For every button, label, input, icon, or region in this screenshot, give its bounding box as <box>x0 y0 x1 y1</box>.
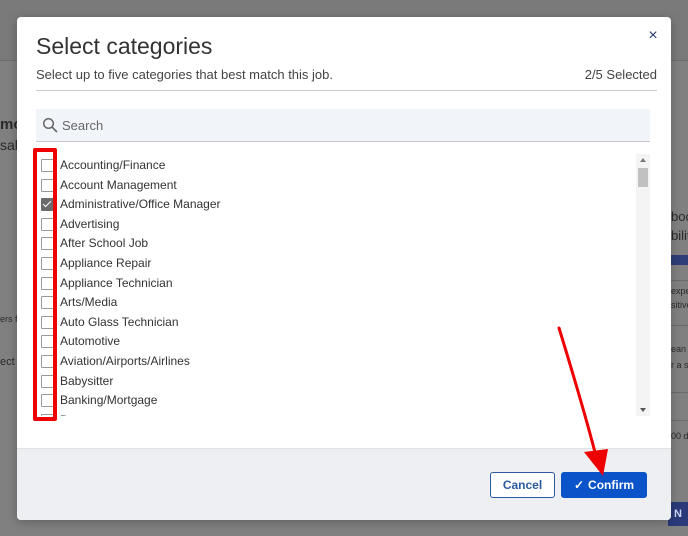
background-text: r a sa <box>671 360 688 370</box>
list-scrollbar[interactable] <box>636 154 650 416</box>
search-box <box>36 109 650 142</box>
category-list: Accounting/Finance Account Management Admi… <box>36 154 634 416</box>
cancel-button[interactable]: Cancel <box>490 472 555 498</box>
category-item[interactable]: Appliance Technician <box>36 273 626 293</box>
scroll-down-arrow-icon[interactable] <box>640 408 646 412</box>
confirm-label: Confirm <box>588 478 635 492</box>
background-text: 00 d <box>671 431 688 441</box>
background-text: boo <box>671 209 688 224</box>
scroll-up-arrow-icon[interactable] <box>640 158 646 162</box>
checkmark-icon: ✓ <box>573 478 585 492</box>
category-label: After School Job <box>60 236 149 251</box>
dialog-subtitle: Select up to five categories that best m… <box>36 67 333 82</box>
header-divider <box>36 90 657 91</box>
category-item[interactable]: Arts/Media <box>36 292 626 312</box>
category-item[interactable]: Accounting/Finance <box>36 155 626 175</box>
category-label: Account Management <box>60 177 177 192</box>
category-item[interactable]: Account Management <box>36 175 626 195</box>
category-item[interactable]: Aviation/Airports/Airlines <box>36 351 626 371</box>
background-divider <box>668 325 688 326</box>
background-text: sal <box>0 137 18 153</box>
confirm-button[interactable]: ✓ Confirm <box>561 472 647 498</box>
category-label: Accounting/Finance <box>60 158 166 172</box>
background-bar <box>671 255 688 265</box>
background-divider <box>668 420 688 421</box>
background-text: bility <box>671 228 688 243</box>
category-item[interactable]: After School Job <box>36 233 626 253</box>
category-label: Arts/Media <box>60 295 118 310</box>
background-divider <box>668 392 688 393</box>
close-icon[interactable]: × <box>644 27 662 45</box>
category-label: Administrative/Office Manager <box>60 197 221 212</box>
category-item[interactable]: Administrative/Office Manager <box>36 194 626 214</box>
category-item[interactable]: Babysitter <box>36 371 626 391</box>
category-item[interactable]: Auto Glass Technician <box>36 312 626 332</box>
background-text: expe <box>671 286 688 296</box>
category-label: Beauty <box>60 413 97 416</box>
background-text: ers f <box>0 314 18 324</box>
category-item[interactable]: Beauty <box>36 410 626 416</box>
category-label: Auto Glass Technician <box>60 314 179 329</box>
checkbox-highlight-box <box>33 148 57 421</box>
category-label: Appliance Repair <box>60 256 152 270</box>
select-categories-dialog: × Select categories Select up to five ca… <box>17 17 671 520</box>
search-input[interactable] <box>62 113 642 137</box>
category-item[interactable]: Appliance Repair <box>36 253 626 273</box>
dialog-title: Select categories <box>36 33 213 59</box>
background-button: N <box>668 502 688 526</box>
background-divider <box>668 280 688 281</box>
category-label: Advertising <box>60 216 120 231</box>
category-label: Aviation/Airports/Airlines <box>60 354 190 368</box>
category-item[interactable]: Automotive <box>36 331 626 351</box>
category-item[interactable]: Advertising <box>36 214 626 234</box>
category-label: Appliance Technician <box>60 275 173 290</box>
background-text: ect <box>0 356 15 368</box>
selection-counter: 2/5 Selected <box>584 67 657 82</box>
background-text: ean i <box>671 344 688 354</box>
category-label: Babysitter <box>60 373 114 388</box>
scroll-thumb[interactable] <box>638 168 648 187</box>
background-text: sitive <box>671 300 688 310</box>
category-label: Automotive <box>60 334 121 349</box>
category-item[interactable]: Banking/Mortgage <box>36 390 626 410</box>
search-icon <box>42 117 58 133</box>
category-label: Banking/Mortgage <box>60 393 158 408</box>
